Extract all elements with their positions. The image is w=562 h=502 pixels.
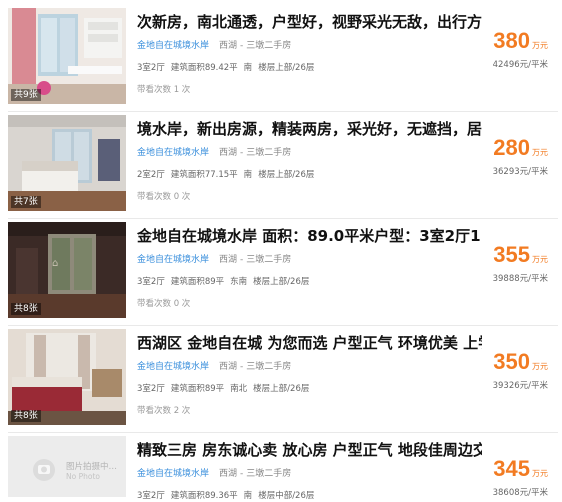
divider [8,325,558,326]
layout-label: 2室2厅 [137,170,165,180]
price-value: 355 [493,242,530,267]
divider [8,432,558,433]
listing-title[interactable]: 西湖区 金地自在城 为您而选 户型正气 环境优美 上学方便 [137,333,482,353]
price-value: 380 [493,28,530,53]
floor-label: 楼层上部/26层 [258,170,315,180]
listing-title[interactable]: 次新房，南北通透，户型好，视野采光无敌，出行方便，诚心出售 [137,12,482,32]
layout-label: 3室2厅 [137,63,165,73]
total-price: 350 万元 [493,349,548,375]
area-label: 建筑面积77.15平 [170,170,238,180]
price-unit: 万元 [532,362,548,371]
divider [8,111,558,112]
type-label: 三墩二手房 [246,41,292,51]
view-count: 带看次数 0 次 [137,299,191,309]
price-value: 350 [493,349,530,374]
total-price: 280 万元 [493,135,548,161]
total-price: 355 万元 [493,242,548,268]
listing-photo[interactable]: 共7张 [8,115,126,211]
placeholder-subtext: No Photo [66,472,100,481]
floor-label: 楼层上部/26层 [253,277,310,287]
community-link[interactable]: 金地自在城境水岸 [137,41,209,51]
layout-label: 3室2厅 [137,491,165,501]
area-label: 建筑面积89平 [170,384,225,394]
listing-title[interactable]: 境水岸，新出房源，精装两房，采光好，无遮挡，居住老少皆宜。 [137,119,482,139]
listing-location: 金地自在城境水岸 西湖 - 三墩二手房 [137,362,292,372]
photo-count-badge: 共8张 [11,303,41,315]
district-label: 西湖 [219,469,238,479]
community-link[interactable]: 金地自在城境水岸 [137,255,209,265]
area-label: 建筑面积89.42平 [170,63,238,73]
orientation-label: 南 [243,491,253,501]
district-label: 西湖 [219,148,238,158]
listing-attributes: 2室2厅 建筑面积77.15平南楼层上部/26层 [137,169,320,181]
price-unit: 万元 [532,469,548,478]
community-link[interactable]: 金地自在城境水岸 [137,362,209,372]
type-label: 三墩二手房 [246,148,292,158]
community-link[interactable]: 金地自在城境水岸 [137,469,209,479]
listing-list: 共9张 次新房，南北通透，户型好，视野采光无敌，出行方便，诚心出售 金地自在城境… [0,0,562,501]
listing-photo[interactable]: ⌂ 共8张 [8,222,126,318]
area-label: 建筑面积89平 [170,277,225,287]
listing-location: 金地自在城境水岸 西湖 - 三墩二手房 [137,148,292,158]
price-unit: 万元 [532,148,548,157]
district-label: 西湖 [219,41,238,51]
community-link[interactable]: 金地自在城境水岸 [137,148,209,158]
unit-price: 39326元/平米 [492,381,548,391]
orientation-label: 南北 [230,384,248,394]
listing-location: 金地自在城境水岸 西湖 - 三墩二手房 [137,469,292,479]
total-price: 345 万元 [493,456,548,482]
divider [8,218,558,219]
type-label: 三墩二手房 [246,255,292,265]
price-value: 345 [493,456,530,481]
type-label: 三墩二手房 [246,362,292,372]
unit-price: 39888元/平米 [492,274,548,284]
layout-label: 3室2厅 [137,384,165,394]
placeholder-text: 图片拍摄中… [66,462,118,472]
photo-count-badge: 共9张 [11,89,41,101]
type-label: 三墩二手房 [246,469,292,479]
listing-item[interactable]: 图片拍摄中… No Photo 精致三房 房东诚心卖 放心房 户型正气 地段佳周… [0,436,562,501]
orientation-label: 南 [243,63,253,73]
listing-photo[interactable]: 共8张 [8,329,126,425]
floor-label: 楼层上部/26层 [253,384,310,394]
listing-title[interactable]: 金地自在城境水岸 面积：89.0平米户型：3室2厅1 [137,226,482,246]
view-count: 带看次数 2 次 [137,406,191,416]
listing-photo[interactable]: 共9张 [8,8,126,104]
listing-item[interactable]: 共9张 次新房，南北通透，户型好，视野采光无敌，出行方便，诚心出售 金地自在城境… [0,8,562,112]
listing-attributes: 3室2厅 建筑面积89.42平南楼层上部/26层 [137,62,320,74]
district-label: 西湖 [219,362,238,372]
listing-attributes: 3室2厅 建筑面积89平 东南 楼层上部/26层 [137,276,315,288]
view-count: 带看次数 1 次 [137,85,191,95]
listing-location: 金地自在城境水岸 西湖 - 三墩二手房 [137,41,292,51]
price-unit: 万元 [532,255,548,264]
district-label: 西湖 [219,255,238,265]
floor-label: 楼层上部/26层 [258,63,315,73]
photo-count-badge: 共8张 [11,410,41,422]
listing-title[interactable]: 精致三房 房东诚心卖 放心房 户型正气 地段佳周边交通便利 [137,440,482,460]
floor-label: 楼层中部/26层 [258,491,315,501]
unit-price: 42496元/平米 [492,60,548,70]
orientation-label: 南 [243,170,253,180]
price-value: 280 [493,135,530,160]
area-label: 建筑面积89.36平 [170,491,238,501]
photo-count-badge: 共7张 [11,196,41,208]
listing-location: 金地自在城境水岸 西湖 - 三墩二手房 [137,255,292,265]
total-price: 380 万元 [493,28,548,54]
listing-attributes: 3室2厅 建筑面积89平 南北 楼层上部/26层 [137,383,315,395]
orientation-label: 东南 [230,277,248,287]
view-count: 带看次数 0 次 [137,192,191,202]
listing-photo-placeholder[interactable]: 图片拍摄中… No Photo [8,436,126,497]
unit-price: 38608元/平米 [492,488,548,498]
listing-item[interactable]: ⌂ 共8张 金地自在城境水岸 面积：89.0平米户型：3室2厅1 金地自在城境水… [0,222,562,326]
listing-item[interactable]: 共7张 境水岸，新出房源，精装两房，采光好，无遮挡，居住老少皆宜。 金地自在城境… [0,115,562,219]
unit-price: 36293元/平米 [492,167,548,177]
price-unit: 万元 [532,41,548,50]
svg-text:⌂: ⌂ [52,258,58,269]
listing-attributes: 3室2厅 建筑面积89.36平南楼层中部/26层 [137,490,320,502]
layout-label: 3室2厅 [137,277,165,287]
listing-item[interactable]: 共8张 西湖区 金地自在城 为您而选 户型正气 环境优美 上学方便 金地自在城境… [0,329,562,433]
